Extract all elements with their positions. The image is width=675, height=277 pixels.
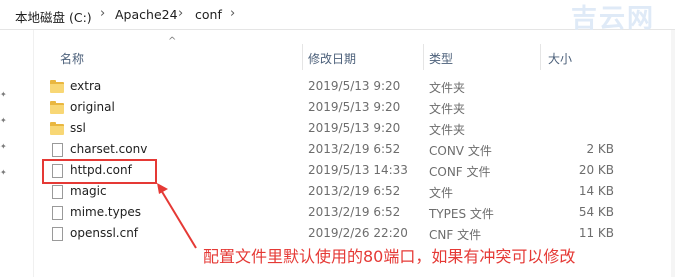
file-name: extra xyxy=(70,79,102,93)
scrollbar[interactable] xyxy=(671,30,675,277)
file-date: 2019/5/13 9:20 xyxy=(308,79,401,93)
file-row-ssl[interactable]: ssl 2019/5/13 9:20 文件夹 xyxy=(0,119,675,140)
file-type: TYPES 文件 xyxy=(429,207,494,221)
file-type: 文件夹 xyxy=(429,123,466,137)
file-row-mime-types[interactable]: mime.types 2013/2/19 6:52 TYPES 文件 54 KB xyxy=(0,203,675,224)
file-type: CNF 文件 xyxy=(429,228,482,242)
file-icon xyxy=(52,206,63,220)
file-row-extra[interactable]: extra 2019/5/13 9:20 文件夹 xyxy=(0,77,675,98)
file-size: 20 KB xyxy=(578,163,614,177)
file-name: mime.types xyxy=(70,205,141,219)
highlight-box xyxy=(42,159,157,184)
breadcrumb-separator-icon[interactable]: › xyxy=(178,6,183,21)
file-type: 文件 xyxy=(429,186,454,200)
file-name: ssl xyxy=(70,121,86,135)
file-size: 14 KB xyxy=(578,184,614,198)
file-size: 11 KB xyxy=(578,226,614,240)
file-name: openssl.cnf xyxy=(70,226,139,240)
address-bar[interactable]: 本地磁盘 (C:) › Apache24 › conf › 吉云网 xyxy=(0,0,675,34)
breadcrumb-item-apache24[interactable]: Apache24 xyxy=(115,7,178,22)
file-date: 2013/2/19 6:52 xyxy=(308,142,401,156)
file-icon xyxy=(52,143,63,157)
column-header-type[interactable]: 类型 xyxy=(429,50,453,67)
annotation-text: 配置文件里默认使用的80端口，如果有冲突可以修改 xyxy=(203,247,576,266)
column-divider[interactable] xyxy=(423,44,424,70)
file-date: 2019/5/13 9:20 xyxy=(308,100,401,114)
file-name: original xyxy=(70,100,115,114)
file-icon xyxy=(52,185,63,199)
file-type: 文件夹 xyxy=(429,102,466,116)
file-row-magic[interactable]: magic 2013/2/19 6:52 文件 14 KB xyxy=(0,182,675,203)
folder-icon xyxy=(50,101,64,114)
file-date: 2019/5/13 14:33 xyxy=(308,163,408,177)
breadcrumb-item-drive[interactable]: 本地磁盘 (C:) xyxy=(15,7,92,26)
folder-icon xyxy=(50,122,64,135)
file-row-charset-conv[interactable]: charset.conv 2013/2/19 6:52 CONV 文件 2 KB xyxy=(0,140,675,161)
file-size: 2 KB xyxy=(586,142,614,156)
file-type: CONF 文件 xyxy=(429,165,491,179)
column-divider[interactable] xyxy=(302,44,303,70)
breadcrumb-separator-icon[interactable]: › xyxy=(100,6,105,21)
file-icon xyxy=(52,227,63,241)
file-size: 54 KB xyxy=(578,205,614,219)
file-row-openssl-cnf[interactable]: openssl.cnf 2019/2/26 22:20 CNF 文件 11 KB xyxy=(0,224,675,245)
sort-ascending-icon: ^ xyxy=(168,36,177,47)
column-header-size[interactable]: 大小 xyxy=(548,50,572,67)
file-name: charset.conv xyxy=(70,142,148,156)
file-name: magic xyxy=(70,184,107,198)
watermark-logo: 吉云网 xyxy=(570,4,655,34)
file-type: CONV 文件 xyxy=(429,144,492,158)
file-date: 2013/2/19 6:52 xyxy=(308,184,401,198)
file-date: 2019/5/13 9:20 xyxy=(308,121,401,135)
file-row-original[interactable]: original 2019/5/13 9:20 文件夹 xyxy=(0,98,675,119)
folder-icon xyxy=(50,80,64,93)
file-type: 文件夹 xyxy=(429,81,466,95)
breadcrumb-separator-icon[interactable]: › xyxy=(230,6,235,21)
file-date: 2013/2/19 6:52 xyxy=(308,205,401,219)
breadcrumb-item-conf[interactable]: conf xyxy=(195,7,222,22)
column-divider[interactable] xyxy=(540,44,541,70)
column-header-date[interactable]: 修改日期 xyxy=(308,50,356,67)
column-header-name[interactable]: 名称 xyxy=(60,50,84,67)
file-date: 2019/2/26 22:20 xyxy=(308,226,408,240)
